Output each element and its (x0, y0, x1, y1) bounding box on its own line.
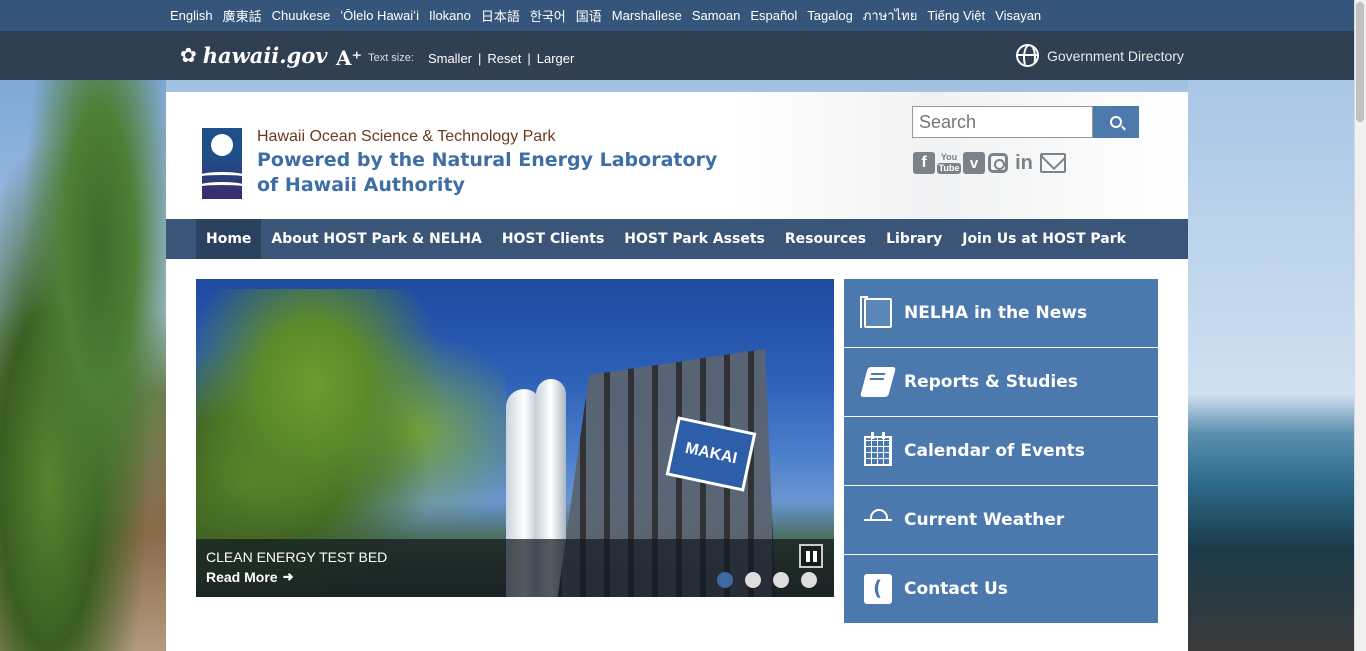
newspaper-icon (860, 296, 892, 328)
nav-host-clients[interactable]: HOST Clients (492, 219, 614, 259)
nav-library[interactable]: Library (876, 219, 952, 259)
tile-label: NELHA in the News (904, 303, 1088, 323)
text-size-controls: A⁺ Text size: Smaller | Reset | Larger (336, 46, 574, 70)
globe-icon (1016, 44, 1039, 67)
slider-pause-button[interactable] (799, 544, 823, 568)
vimeo-icon[interactable]: v (963, 152, 985, 174)
book-icon (859, 367, 897, 397)
slider-dot[interactable] (801, 572, 817, 588)
nav-about[interactable]: About HOST Park & NELHA (261, 219, 491, 259)
linkedin-icon[interactable]: in (1011, 152, 1037, 174)
nav-join-us[interactable]: Join Us at HOST Park (952, 219, 1136, 259)
lang-samoan[interactable]: Samoan (692, 8, 740, 23)
youtube-icon[interactable]: You Tube (936, 151, 962, 174)
gov-bar: ✿ hawaii.gov A⁺ Text size: Smaller | Res… (0, 31, 1354, 80)
site-subtitle[interactable]: Hawaii Ocean Science & Technology Park (257, 128, 556, 146)
lang-chuukese[interactable]: Chuukese (272, 8, 331, 23)
hawaii-gov-logo[interactable]: ✿ hawaii.gov (180, 43, 327, 68)
pause-icon (812, 550, 817, 562)
lang-japanese[interactable]: 日本語 (481, 6, 520, 25)
lang-ilokano[interactable]: Ilokano (429, 8, 471, 23)
slider-dot[interactable] (745, 572, 761, 588)
lang-thai[interactable]: ภาษาไทย (863, 5, 917, 26)
pause-icon (805, 550, 810, 562)
sign-in-arrow-icon: ➜ (282, 569, 294, 584)
tile-label: Calendar of Events (904, 441, 1085, 461)
read-more-link[interactable]: Read More ➜ (206, 569, 293, 585)
lang-korean[interactable]: 한국어 (530, 6, 566, 25)
slider-dot[interactable] (717, 572, 733, 588)
tile-label: Current Weather (904, 510, 1065, 530)
page-scrollbar[interactable] (1354, 0, 1366, 651)
slider-dots (717, 572, 817, 588)
language-bar: English 廣東話 Chuukese ʻŌlelo Hawaiʻi Ilok… (0, 0, 1354, 31)
site-header: Hawaii Ocean Science & Technology Park P… (166, 92, 1188, 219)
lang-visayan[interactable]: Visayan (995, 8, 1041, 23)
site-title[interactable]: Powered by the Natural Energy Laboratory… (257, 148, 737, 198)
lang-cantonese[interactable]: 廣東話 (223, 6, 262, 25)
lang-spanish[interactable]: Español (750, 8, 797, 23)
lang-mandarin[interactable]: 国语 (576, 6, 602, 25)
email-icon[interactable] (1040, 153, 1066, 173)
slide-caption: CLEAN ENERGY TEST BED Read More ➜ (196, 539, 834, 597)
text-smaller-link[interactable]: Smaller (428, 51, 472, 66)
text-size-separator: | (527, 50, 531, 66)
sunrise-icon (864, 505, 892, 535)
youtube-icon-top-text: You (940, 151, 958, 162)
lang-tagalog[interactable]: Tagalog (807, 8, 853, 23)
text-larger-link[interactable]: Larger (537, 51, 575, 66)
tile-calendar-events[interactable]: Calendar of Events (844, 417, 1158, 485)
lang-marshallese[interactable]: Marshallese (612, 8, 682, 23)
government-directory-link[interactable]: Government Directory (1016, 44, 1184, 67)
scrollbar-thumb[interactable] (1356, 2, 1364, 122)
text-size-label: Text size: (368, 52, 414, 64)
hibiscus-icon: ✿ (180, 45, 197, 67)
tile-contact-us[interactable]: Contact Us (844, 555, 1158, 623)
search-button[interactable] (1093, 106, 1139, 138)
logo-sun-shape (211, 134, 233, 156)
background-ocean-scene (1188, 80, 1366, 651)
text-size-separator: | (478, 50, 482, 66)
lang-english[interactable]: English (170, 8, 213, 23)
lang-vietnamese[interactable]: Tiếng Việt (927, 8, 985, 23)
nav-home[interactable]: Home (196, 219, 262, 259)
youtube-icon-bottom-text: Tube (936, 162, 962, 174)
tile-reports-studies[interactable]: Reports & Studies (844, 348, 1158, 416)
instagram-icon[interactable] (988, 153, 1008, 173)
tile-nelha-news[interactable]: NELHA in the News (844, 279, 1158, 347)
address-book-icon (864, 574, 892, 604)
main-nav: Home About HOST Park & NELHA HOST Client… (166, 219, 1188, 259)
read-more-label: Read More (206, 569, 278, 585)
lang-hawaiian[interactable]: ʻŌlelo Hawaiʻi (340, 8, 419, 23)
search-icon (1110, 116, 1122, 128)
search-input[interactable] (912, 106, 1093, 138)
slide-caption-title: CLEAN ENERGY TEST BED (206, 549, 388, 565)
social-links: f You Tube v in (913, 152, 1069, 174)
quick-links: NELHA in the News Reports & Studies Cale… (844, 279, 1158, 624)
nav-resources[interactable]: Resources (775, 219, 876, 259)
nav-host-park-assets[interactable]: HOST Park Assets (614, 219, 775, 259)
tile-current-weather[interactable]: Current Weather (844, 486, 1158, 554)
government-directory-label: Government Directory (1047, 47, 1184, 64)
slider-dot[interactable] (773, 572, 789, 588)
tile-label: Contact Us (904, 579, 1008, 599)
background-palm-scene (0, 80, 166, 651)
logo-wave-shape (202, 182, 242, 196)
text-size-icon: A⁺ (336, 46, 363, 70)
hawaii-gov-logo-text: hawaii.gov (202, 43, 328, 68)
hero-slider[interactable]: MAKAI CLEAN ENERGY TEST BED Read More ➜ (196, 279, 834, 597)
text-reset-link[interactable]: Reset (487, 51, 521, 66)
calendar-icon (864, 432, 892, 466)
facebook-icon[interactable]: f (913, 152, 935, 174)
main-container: Hawaii Ocean Science & Technology Park P… (166, 92, 1188, 651)
tile-label: Reports & Studies (904, 372, 1078, 392)
host-park-logo[interactable] (202, 128, 242, 199)
